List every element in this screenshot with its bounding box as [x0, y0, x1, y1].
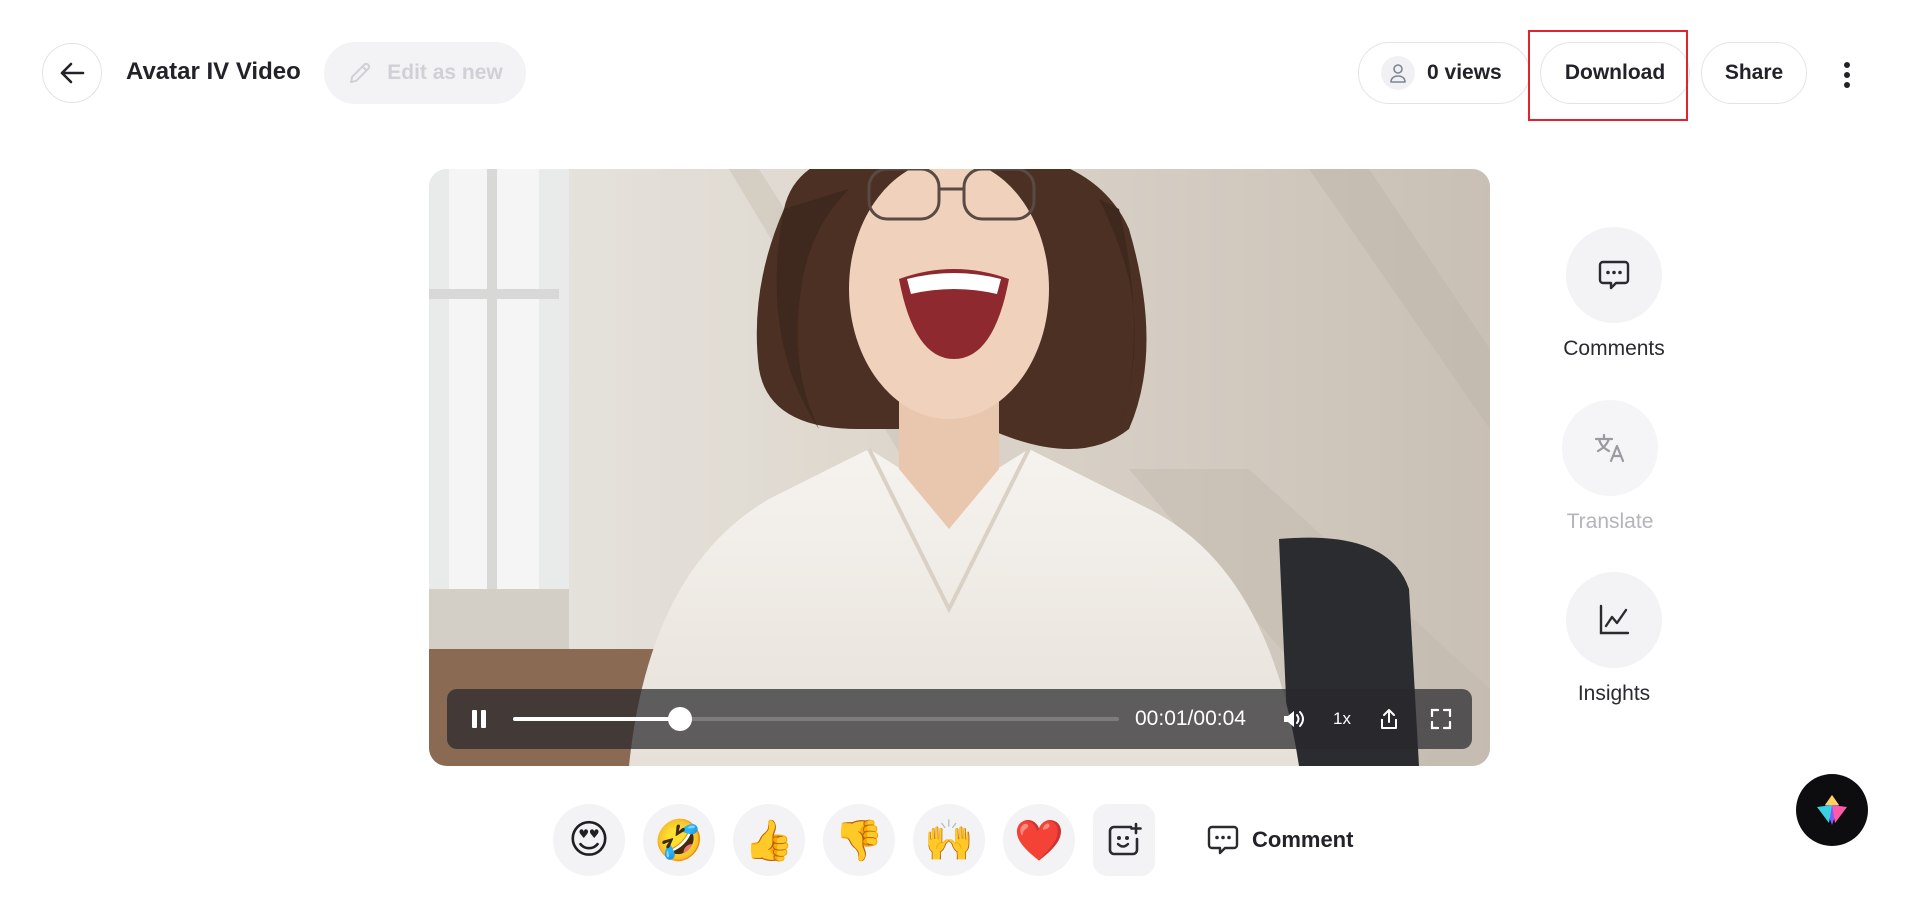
add-emoji-icon [1108, 822, 1142, 856]
insights-label: Insights [1577, 682, 1651, 705]
share-export-icon[interactable] [1373, 703, 1405, 735]
reaction-rolling-laughing[interactable]: 🤣 [643, 804, 715, 876]
progress-handle[interactable] [667, 707, 692, 731]
edit-as-new-label: Edit as new [387, 61, 503, 84]
reaction-thumbs-up[interactable]: 👍 [733, 804, 805, 876]
player-controls: 00:01/00:04 1x [447, 689, 1472, 749]
progress-fill [513, 717, 680, 721]
reaction-heart-eyes[interactable]: 😍 [553, 804, 625, 876]
time-label: 00:01/00:04 [1135, 707, 1246, 730]
ai-assistant-button[interactable] [1796, 774, 1868, 846]
video-frame-image [429, 169, 1490, 766]
reaction-raised-hands[interactable]: 🙌 [913, 804, 985, 876]
video-player[interactable]: 00:01/00:04 1x [429, 169, 1490, 766]
share-button[interactable]: Share [1701, 42, 1807, 104]
add-reaction-button[interactable] [1093, 804, 1155, 876]
insights-action[interactable]: Insights [1549, 572, 1679, 706]
comment-icon [1207, 825, 1239, 855]
translate-action-circle[interactable] [1562, 400, 1658, 496]
pencil-icon [350, 62, 371, 83]
translate-action[interactable]: Translate [1545, 400, 1675, 534]
comments-action-circle[interactable] [1566, 227, 1662, 323]
comment-icon [1598, 260, 1630, 290]
video-page: Avatar IV Video Edit as new 0 views Down… [0, 0, 1920, 897]
arrow-left-icon [60, 62, 85, 84]
views-counter[interactable]: 0 views [1358, 42, 1530, 104]
reaction-thumbs-down[interactable]: 👎 [823, 804, 895, 876]
more-vertical-icon[interactable] [1824, 52, 1870, 98]
download-button[interactable]: Download [1540, 42, 1690, 104]
translate-icon [1594, 433, 1625, 463]
fullscreen-icon[interactable] [1425, 703, 1457, 735]
comment-label: Comment [1252, 827, 1354, 852]
insights-action-circle[interactable] [1566, 572, 1662, 668]
sparkle-logo-icon [1817, 795, 1847, 825]
pause-icon[interactable] [461, 701, 497, 737]
back-button[interactable] [42, 43, 102, 103]
comments-label: Comments [1563, 337, 1665, 360]
translate-label: Translate [1566, 510, 1654, 533]
chart-line-icon [1599, 604, 1630, 635]
edit-as-new-button[interactable]: Edit as new [324, 42, 526, 104]
viewer-avatar-icon [1381, 56, 1415, 90]
views-label: 0 views [1427, 61, 1502, 84]
progress-bar[interactable] [513, 707, 1119, 731]
playback-speed-button[interactable]: 1x [1326, 703, 1358, 735]
comment-button[interactable]: Comment [1206, 818, 1353, 862]
reaction-red-heart[interactable]: ❤️ [1003, 804, 1075, 876]
page-title: Avatar IV Video [126, 58, 301, 85]
comments-action[interactable]: Comments [1549, 227, 1679, 361]
volume-icon[interactable] [1278, 703, 1310, 735]
